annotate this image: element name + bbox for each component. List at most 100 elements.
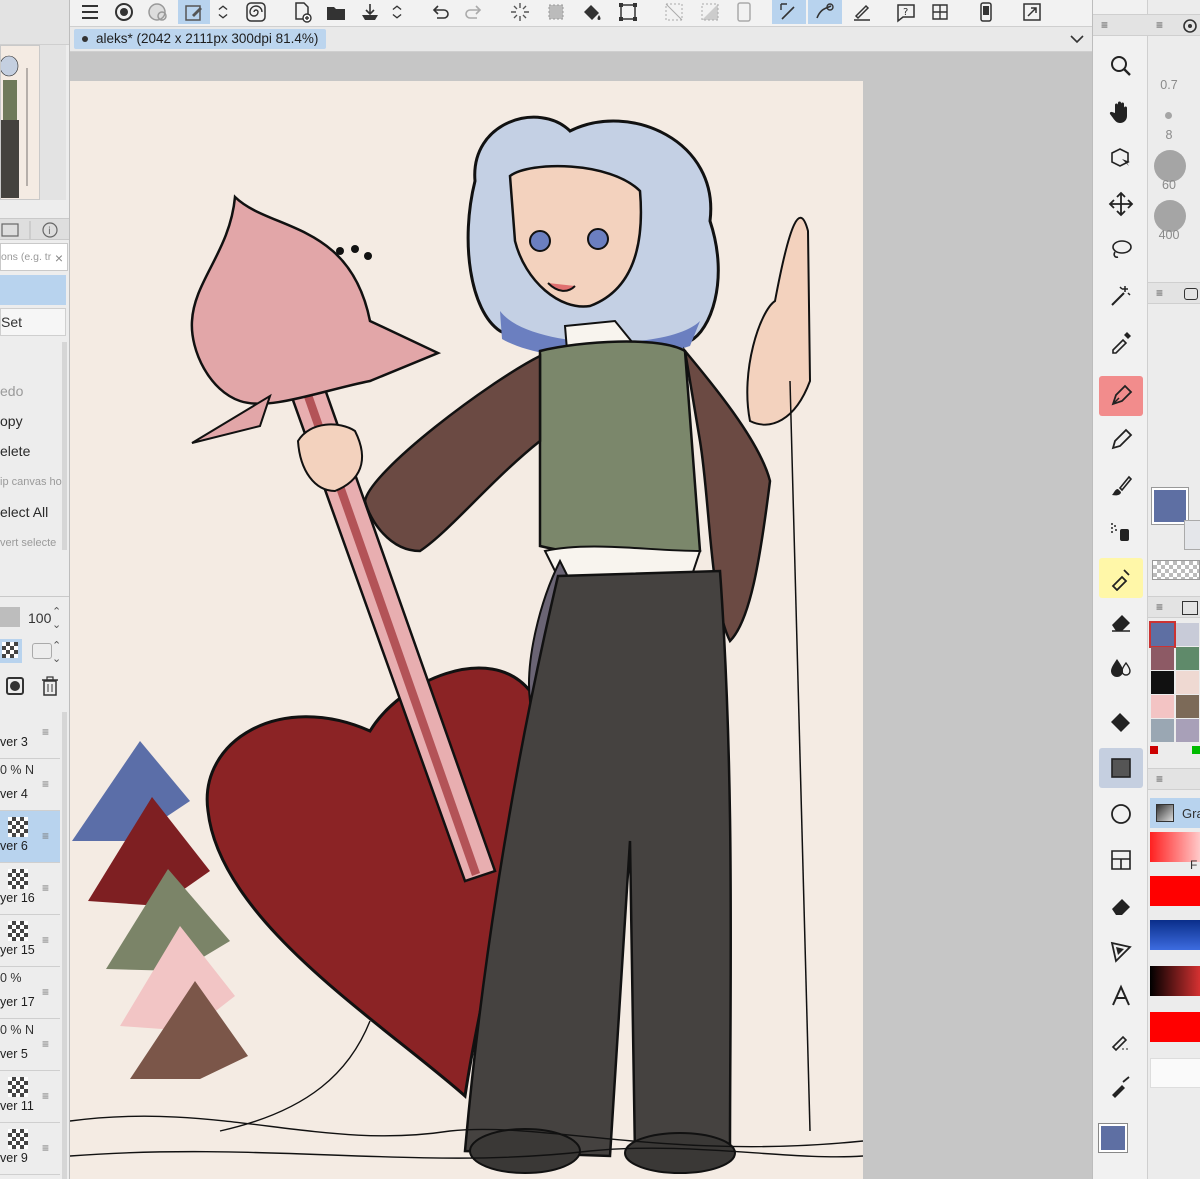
palette-swatch[interactable]	[1151, 647, 1174, 670]
palette-swatch[interactable]	[1176, 719, 1199, 742]
snap-button[interactable]	[144, 0, 172, 24]
selection-layer-button[interactable]	[730, 0, 758, 24]
canvas-area[interactable]	[70, 52, 1092, 1179]
transform-button[interactable]	[614, 0, 642, 24]
gradient-preset-red[interactable]	[1150, 876, 1200, 906]
artwork-canvas[interactable]	[70, 81, 863, 1179]
ruler-settings-button[interactable]	[848, 0, 876, 24]
palette-swatch[interactable]	[1149, 621, 1176, 648]
ruler-tool[interactable]	[1099, 932, 1143, 972]
command-invert-selection[interactable]: vert selecte	[0, 529, 62, 557]
layer-row[interactable]: ver 3 ≡	[0, 707, 60, 759]
document-tab[interactable]: aleks* (2042 x 2111px 300dpi 81.4%)	[74, 29, 327, 49]
eraser-tool[interactable]	[1099, 602, 1143, 642]
color-wheel-sub-swatch[interactable]	[1184, 520, 1200, 550]
navigator-preview[interactable]	[0, 45, 40, 200]
object-tool[interactable]	[1099, 138, 1143, 178]
stabilizer-button[interactable]	[110, 0, 138, 24]
command-flip-canvas[interactable]: ip canvas ho	[0, 468, 62, 496]
save-options-button[interactable]	[388, 0, 406, 24]
layer-row[interactable]: yer 16 ≡	[0, 863, 60, 915]
gradient-preset-red-solid[interactable]	[1150, 1012, 1200, 1042]
menu-button[interactable]	[76, 0, 104, 24]
command-panel-tabs[interactable]: i	[0, 218, 69, 240]
brush-size-0.7[interactable]: 0.7	[1154, 78, 1184, 92]
layer-row[interactable]: 0 % N ver 5 ≡	[0, 1019, 60, 1071]
property-icon[interactable]	[1184, 288, 1198, 300]
brush-size-8[interactable]: 8	[1154, 128, 1184, 142]
palette-swatch[interactable]	[1151, 695, 1174, 718]
ruler-snap-button[interactable]	[772, 0, 806, 24]
open-file-button[interactable]	[322, 0, 350, 24]
drag-handle-icon[interactable]: ≡	[42, 829, 49, 843]
chevron-down-icon[interactable]	[1068, 30, 1086, 48]
airbrush-tool[interactable]	[1099, 512, 1143, 552]
drag-handle-icon[interactable]: ≡	[42, 725, 49, 739]
line-correction-tool[interactable]	[1099, 1066, 1143, 1106]
color-set-icon[interactable]	[1182, 601, 1198, 615]
spiral-button[interactable]	[242, 0, 270, 24]
command-select-all[interactable]: elect All	[0, 498, 62, 526]
layer-row[interactable]: ver 6 ≡	[0, 811, 60, 863]
move-tool[interactable]	[1099, 184, 1143, 224]
palette-swatch[interactable]	[1176, 671, 1199, 694]
command-redo[interactable]: edo	[0, 377, 62, 405]
command-scrollbar[interactable]	[62, 342, 67, 550]
command-selected-row[interactable]	[0, 275, 66, 305]
palette-swatch[interactable]	[1176, 647, 1199, 670]
special-ruler-button[interactable]	[808, 0, 842, 24]
palette-swatch[interactable]	[1176, 623, 1199, 646]
undo-button[interactable]	[426, 0, 454, 24]
frame-tool[interactable]	[1099, 840, 1143, 880]
layer-row[interactable]: yer 15 ≡	[0, 915, 60, 967]
hand-tool[interactable]	[1099, 92, 1143, 132]
drag-handle-icon[interactable]: ≡	[42, 777, 49, 791]
balloon-tool[interactable]	[1099, 1020, 1143, 1060]
layer-scrollbar[interactable]	[62, 712, 67, 1179]
brush-tool[interactable]	[1099, 466, 1143, 506]
deselect-button[interactable]	[660, 0, 688, 24]
drag-handle-icon[interactable]: ≡	[42, 933, 49, 947]
navigator-scrollbar[interactable]	[40, 45, 66, 200]
palette-swatch[interactable]	[1151, 671, 1174, 694]
edit-layer-button[interactable]	[178, 0, 210, 24]
clear-button[interactable]	[506, 0, 534, 24]
gradient-tool[interactable]	[1099, 748, 1143, 788]
brush-size-60[interactable]: 60	[1154, 178, 1184, 192]
magic-wand-tool[interactable]	[1099, 276, 1143, 316]
save-button[interactable]	[356, 0, 384, 24]
opacity-stepper-icon[interactable]: ⌃ ⌄	[52, 605, 61, 631]
brush-size-400[interactable]: 400	[1154, 228, 1184, 242]
mesh-transform-button[interactable]	[926, 0, 954, 24]
command-delete[interactable]: elete	[0, 437, 62, 465]
decoration-tool[interactable]	[1099, 558, 1143, 598]
clear-search-icon[interactable]: ×	[55, 250, 63, 266]
layer-row[interactable]: ≡	[0, 1175, 60, 1179]
text-tool[interactable]	[1099, 976, 1143, 1016]
help-button[interactable]: ?	[892, 0, 920, 24]
blend-tool[interactable]	[1099, 648, 1143, 688]
pen-tool[interactable]	[1099, 376, 1143, 416]
fill-tool[interactable]	[1099, 702, 1143, 742]
invert-selection-button[interactable]	[696, 0, 724, 24]
palette-swatch[interactable]	[1176, 695, 1199, 718]
smartphone-button[interactable]	[972, 0, 1000, 24]
palette-swatch[interactable]	[1151, 719, 1174, 742]
drag-handle-icon[interactable]: ≡	[42, 881, 49, 895]
lock-transparency-button[interactable]	[0, 639, 22, 663]
lasso-tool[interactable]	[1099, 230, 1143, 270]
fill-button[interactable]	[578, 0, 606, 24]
drag-handle-icon[interactable]: ≡	[42, 1037, 49, 1051]
pencil-tool[interactable]	[1099, 420, 1143, 460]
color-wheel-main-swatch[interactable]	[1151, 487, 1189, 525]
layer-mask-button[interactable]	[6, 677, 24, 695]
transparent-color-swatch[interactable]	[1152, 560, 1200, 580]
correct-line-tool[interactable]	[1099, 886, 1143, 926]
layer-row[interactable]: ver 11 ≡	[0, 1071, 60, 1123]
drag-handle-icon[interactable]: ≡	[42, 1141, 49, 1155]
clip-layer-icon[interactable]	[32, 643, 52, 659]
command-copy[interactable]: opy	[0, 407, 62, 435]
layer-row[interactable]: 0 % N ver 4 ≡	[0, 759, 60, 811]
figure-tool[interactable]	[1099, 794, 1143, 834]
main-color-swatch[interactable]	[1098, 1123, 1128, 1153]
